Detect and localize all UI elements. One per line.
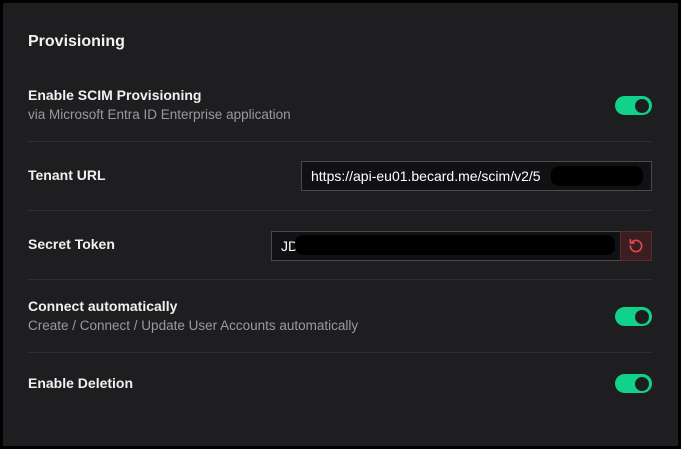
toggle-knob <box>635 376 649 391</box>
scim-provisioning-description: via Microsoft Entra ID Enterprise applic… <box>28 107 291 122</box>
connect-automatically-label: Connect automatically <box>28 298 178 314</box>
toggle-knob <box>635 98 649 113</box>
divider <box>27 279 652 280</box>
scim-provisioning-label: Enable SCIM Provisioning <box>28 87 202 103</box>
enable-deletion-label: Enable Deletion <box>28 375 134 391</box>
section-title: Provisioning <box>28 33 125 50</box>
divider <box>27 210 652 211</box>
enable-deletion-toggle[interactable] <box>615 374 652 393</box>
redaction-mask <box>295 235 615 255</box>
provisioning-panel: Provisioning Enable SCIM Provisioning vi… <box>3 3 678 446</box>
tenant-url-label: Tenant URL <box>28 167 106 183</box>
divider <box>27 141 652 142</box>
connect-automatically-toggle[interactable] <box>615 307 652 326</box>
connect-automatically-row: Connect automatically Create / Connect /… <box>27 298 652 338</box>
scim-provisioning-row: Enable SCIM Provisioning via Microsoft E… <box>27 87 652 127</box>
reset-token-button[interactable] <box>620 231 652 261</box>
tenant-url-value: https://api-eu01.becard.me/scim/v2/5 <box>311 168 541 184</box>
connect-automatically-description: Create / Connect / Update User Accounts … <box>28 318 359 333</box>
toggle-knob <box>635 309 649 324</box>
secret-token-label: Secret Token <box>28 236 115 252</box>
scim-provisioning-toggle[interactable] <box>615 96 652 115</box>
enable-deletion-row: Enable Deletion <box>27 373 652 395</box>
refresh-icon <box>627 237 645 255</box>
divider <box>27 352 652 353</box>
redaction-mask <box>551 166 643 186</box>
